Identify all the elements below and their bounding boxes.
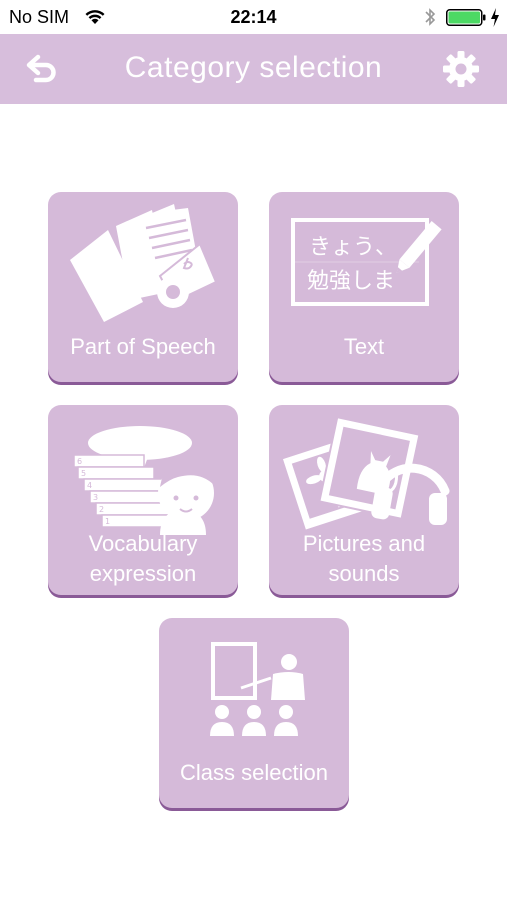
teacher-and-students-icon bbox=[210, 642, 305, 736]
category-vocabulary-expression[interactable]: 6 5 4 3 2 1 Vocabulary expression bbox=[48, 405, 238, 595]
step-number: 3 bbox=[93, 493, 98, 502]
nav-bar: Category selection bbox=[0, 34, 507, 104]
battery-icon bbox=[446, 9, 486, 26]
settings-button[interactable] bbox=[438, 48, 484, 90]
photos-and-headphones-icon bbox=[280, 416, 450, 533]
step-number: 6 bbox=[77, 457, 82, 466]
step-number: 4 bbox=[87, 481, 92, 490]
category-pictures-and-sounds[interactable]: Pictures and sounds bbox=[269, 405, 459, 595]
tile-label: Part of Speech bbox=[70, 334, 216, 359]
speech-bubble-girl-steps-icon: 6 5 4 3 2 1 bbox=[73, 426, 214, 535]
step-number: 5 bbox=[81, 469, 86, 478]
category-text[interactable]: きょう、 勉強しま Text bbox=[269, 192, 459, 382]
notepad-line-1: きょう、 bbox=[309, 235, 397, 260]
tile-label: Text bbox=[343, 334, 385, 359]
bluetooth-icon bbox=[425, 8, 436, 26]
tile-label: Vocabulary expression bbox=[48, 529, 238, 589]
tile-label-line-2: expression bbox=[89, 561, 197, 586]
category-class-selection[interactable]: Class selection bbox=[159, 618, 349, 808]
status-bar: No SIM 22:14 bbox=[0, 0, 507, 34]
notepad-line-2: 勉強しま bbox=[307, 269, 395, 294]
step-number: 2 bbox=[99, 505, 104, 514]
tile-label: Class selection bbox=[180, 760, 328, 785]
tile-label-line-1: Pictures and bbox=[302, 531, 426, 556]
charging-bolt-icon bbox=[491, 8, 499, 27]
tile-label: Pictures and sounds bbox=[269, 529, 459, 589]
flashcards-with-ring-icon bbox=[70, 204, 218, 322]
category-part-of-speech[interactable]: Part of Speech bbox=[48, 192, 238, 382]
gear-icon bbox=[443, 51, 479, 87]
notepad-with-pencil-icon: きょう、 勉強しま bbox=[291, 218, 442, 306]
tile-label-line-1: Vocabulary bbox=[88, 531, 198, 556]
tile-label-line-2: sounds bbox=[328, 561, 400, 586]
step-number: 1 bbox=[105, 517, 110, 526]
page-title: Category selection bbox=[124, 51, 383, 84]
